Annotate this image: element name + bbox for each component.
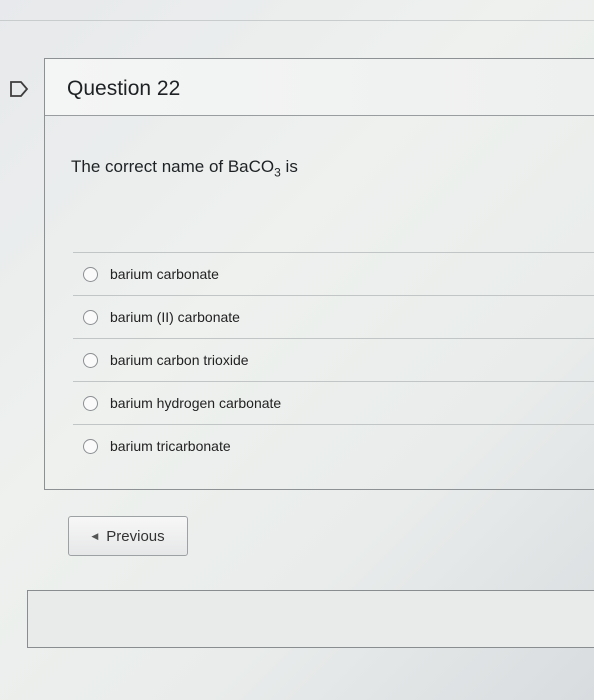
flag-icon bbox=[10, 81, 29, 97]
question-prompt-text: The correct name of BaCO bbox=[71, 157, 275, 176]
answer-option-label: barium (II) carbonate bbox=[110, 309, 240, 325]
top-divider bbox=[0, 20, 594, 21]
answer-option-label: barium carbon trioxide bbox=[110, 352, 249, 368]
answer-option[interactable]: barium carbonate bbox=[73, 252, 594, 295]
question-header: Question 22 bbox=[45, 59, 594, 116]
radio-button[interactable] bbox=[83, 438, 98, 454]
question-prompt-suffix: is bbox=[280, 157, 298, 176]
question-prompt: The correct name of BaCO3 is bbox=[71, 157, 298, 179]
answer-option-label: barium tricarbonate bbox=[110, 438, 231, 454]
answer-option[interactable]: barium tricarbonate bbox=[73, 424, 594, 467]
radio-button[interactable] bbox=[83, 395, 98, 411]
radio-button[interactable] bbox=[83, 352, 98, 368]
flag-question-icon[interactable] bbox=[8, 78, 30, 100]
answer-option-label: barium carbonate bbox=[110, 266, 219, 282]
radio-button[interactable] bbox=[83, 266, 98, 282]
answer-options: barium carbonate barium (II) carbonate b… bbox=[73, 252, 594, 467]
previous-button[interactable]: ◀ Previous bbox=[68, 516, 188, 556]
footer-panel bbox=[27, 590, 594, 648]
previous-button-label: Previous bbox=[106, 527, 165, 545]
answer-option[interactable]: barium carbon trioxide bbox=[73, 338, 594, 381]
question-prompt-subscript: 3 bbox=[274, 165, 281, 180]
question-panel: Question 22 The correct name of BaCO3 is… bbox=[44, 58, 594, 490]
radio-button[interactable] bbox=[83, 309, 98, 325]
answer-option-label: barium hydrogen carbonate bbox=[110, 395, 282, 411]
answer-option[interactable]: barium (II) carbonate bbox=[73, 295, 594, 338]
chevron-left-icon: ◀ bbox=[91, 530, 99, 541]
answer-option[interactable]: barium hydrogen carbonate bbox=[73, 381, 594, 424]
question-title: Question 22 bbox=[67, 77, 181, 100]
